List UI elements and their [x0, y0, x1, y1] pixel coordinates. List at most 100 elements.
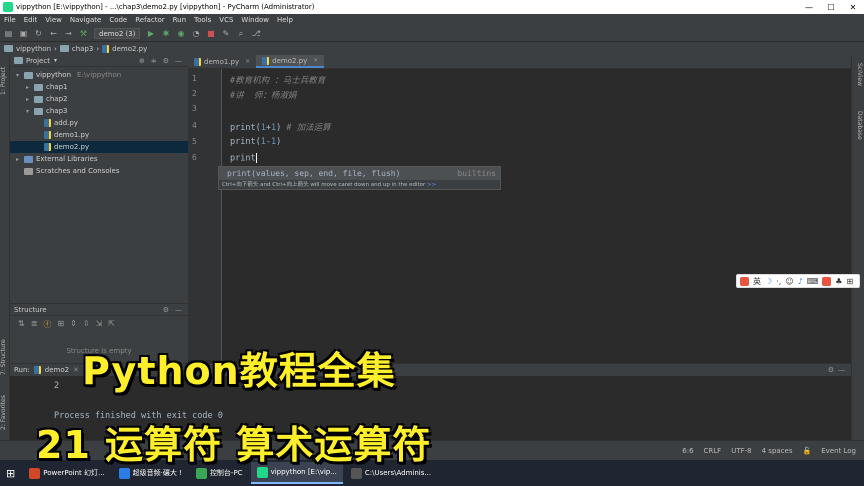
tree-item[interactable]: demo2.py — [10, 141, 188, 153]
tree-item[interactable]: add.py — [10, 117, 188, 129]
structure-tool-tab[interactable]: 7: Structure — [0, 335, 10, 380]
status-line-separator[interactable]: CRLF — [704, 447, 722, 455]
ime-punct-icon[interactable]: ·, — [776, 277, 781, 286]
forward-arrow-icon[interactable]: → — [64, 29, 73, 38]
menu-run[interactable]: Run — [169, 16, 190, 24]
event-log-button[interactable]: Event Log — [821, 447, 856, 455]
menu-refactor[interactable]: Refactor — [131, 16, 168, 24]
chevron-down-icon[interactable]: ▾ — [54, 57, 57, 64]
sync-icon[interactable]: ↻ — [34, 29, 43, 38]
menu-edit[interactable]: Edit — [20, 16, 42, 24]
gear-icon[interactable]: ⚙ — [828, 366, 834, 374]
breadcrumb-file[interactable]: demo2.py — [112, 45, 147, 53]
project-tool-tab[interactable]: 1: Project — [0, 61, 10, 101]
ime-shirt-icon[interactable]: ♣ — [835, 277, 842, 286]
maximize-button[interactable]: ☐ — [820, 3, 842, 12]
tree-item[interactable]: Scratches and Consoles — [10, 165, 188, 177]
tree-item[interactable]: demo1.py — [10, 129, 188, 141]
code-comment: # 加法运算 — [281, 123, 331, 133]
tree-item[interactable]: ▾ vippython E:\vippython — [10, 69, 188, 81]
settings-wrench-icon[interactable]: ✎ — [221, 29, 230, 38]
hide-icon[interactable]: — — [175, 306, 182, 314]
vcs-icon[interactable]: ⎇ — [251, 29, 260, 38]
sort-type-icon[interactable]: ≣ — [31, 319, 38, 330]
menu-window[interactable]: Window — [237, 16, 273, 24]
gear-icon[interactable]: ⚙ — [163, 57, 169, 65]
code-line-4[interactable]: print(1+1) # 加法运算 — [230, 121, 331, 133]
build-hammer-icon[interactable]: ⚒ — [79, 29, 88, 38]
search-icon[interactable]: ⌕ — [236, 29, 245, 38]
breadcrumb-project[interactable]: vippython — [16, 45, 51, 53]
autoscroll-icon[interactable]: ⇲ — [96, 319, 103, 330]
ime-mic-icon[interactable]: ♪ — [798, 277, 803, 286]
start-button[interactable]: ⊞ — [0, 462, 21, 484]
ime-skin-icon[interactable] — [822, 276, 832, 286]
field-icon[interactable]: ⓕ — [43, 319, 51, 330]
close-button[interactable]: ✕ — [842, 3, 864, 12]
chevron-down-icon[interactable]: ▾ — [14, 72, 21, 79]
scview-tool-tab[interactable]: SciView — [853, 63, 863, 86]
open-folder-icon[interactable]: ▤ — [4, 29, 13, 38]
menu-code[interactable]: Code — [105, 16, 131, 24]
close-icon[interactable]: ✕ — [245, 58, 250, 65]
popup-signature-row[interactable]: print(values, sep, end, file, flush) bui… — [219, 167, 500, 180]
code-line-6[interactable]: print — [230, 153, 257, 164]
chevron-right-icon[interactable]: ▸ — [14, 156, 21, 163]
menu-tools[interactable]: Tools — [190, 16, 215, 24]
database-tool-tab[interactable]: Database — [853, 111, 863, 140]
menu-navigate[interactable]: Navigate — [66, 16, 105, 24]
run-tab[interactable]: demo2 — [45, 366, 69, 374]
back-arrow-icon[interactable]: ← — [49, 29, 58, 38]
menu-file[interactable]: File — [0, 16, 20, 24]
favorites-tool-tab[interactable]: 2: Favorites — [0, 390, 10, 435]
chevron-right-icon[interactable]: ▸ — [24, 84, 31, 91]
code-line-2[interactable]: #讲 师：杨淑娟 — [230, 89, 296, 101]
ime-lang-icon[interactable]: 英 — [753, 276, 761, 287]
save-icon[interactable]: ▣ — [19, 29, 28, 38]
coverage-icon[interactable]: ◉ — [176, 29, 185, 38]
menu-view[interactable]: View — [41, 16, 66, 24]
chevron-right-icon[interactable]: ▸ — [24, 96, 31, 103]
scroll-to-source-icon[interactable]: ⇱ — [108, 319, 115, 330]
tree-item[interactable]: ▾ chap3 — [10, 105, 188, 117]
profile-icon[interactable]: ◔ — [191, 29, 200, 38]
breadcrumb-folder[interactable]: chap3 — [72, 45, 93, 53]
minimize-button[interactable]: — — [798, 3, 820, 12]
project-panel-title[interactable]: Project — [26, 57, 50, 65]
ime-emoji-icon[interactable]: ☺ — [785, 277, 793, 286]
menu-vcs[interactable]: VCS — [215, 16, 237, 24]
menu-help[interactable]: Help — [273, 16, 297, 24]
status-encoding[interactable]: UTF-8 — [731, 447, 751, 455]
hide-icon[interactable]: — — [838, 366, 851, 374]
collapse-icon[interactable]: ≑ — [151, 57, 157, 65]
lock-icon[interactable]: 🔓 — [803, 447, 812, 455]
code-line-5[interactable]: print(1-1) — [230, 137, 281, 147]
sort-alpha-icon[interactable]: ⇅ — [18, 319, 25, 330]
tab-demo1[interactable]: demo1.py ✕ — [188, 55, 256, 68]
ime-logo-icon[interactable] — [740, 276, 749, 286]
hide-icon[interactable]: — — [175, 57, 182, 65]
status-position[interactable]: 6:6 — [682, 447, 693, 455]
debug-icon[interactable]: ✱ — [161, 29, 170, 38]
ime-grid-icon[interactable]: ⊞ — [846, 277, 853, 286]
run-icon[interactable]: ▶ — [146, 29, 155, 38]
ime-keyboard-icon[interactable]: ⌨ — [807, 277, 819, 286]
expand-icon[interactable]: ⇕ — [70, 319, 77, 330]
tree-item[interactable]: ▸ External Libraries — [10, 153, 188, 165]
collapse-all-icon[interactable]: ⇳ — [83, 319, 90, 330]
popup-hint-link[interactable]: >> — [427, 182, 436, 188]
status-indent[interactable]: 4 spaces — [762, 447, 793, 455]
chevron-down-icon[interactable]: ▾ — [24, 108, 31, 115]
run-config-select[interactable]: demo2 (3) — [94, 28, 141, 39]
globe-icon[interactable]: ⊕ — [139, 57, 145, 65]
tab-demo2[interactable]: demo2.py ✕ — [256, 55, 325, 68]
gear-icon[interactable]: ⚙ — [163, 306, 169, 314]
stop-icon[interactable]: ■ — [206, 29, 215, 38]
close-icon[interactable]: ✕ — [73, 366, 79, 374]
tree-item[interactable]: ▸ chap2 — [10, 93, 188, 105]
inherited-icon[interactable]: ⊞ — [57, 319, 64, 330]
code-line-1[interactable]: #教育机构 ：马士兵教育 — [230, 74, 325, 86]
tree-item[interactable]: ▸ chap1 — [10, 81, 188, 93]
ime-moon-icon[interactable]: ☽ — [765, 277, 772, 286]
close-icon[interactable]: ✕ — [313, 57, 318, 64]
